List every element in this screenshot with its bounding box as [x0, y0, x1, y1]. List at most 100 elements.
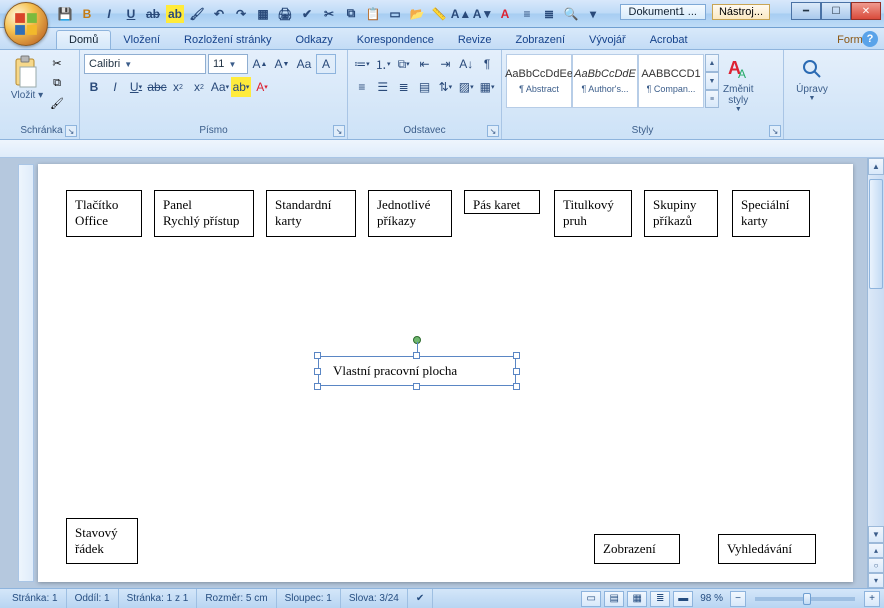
selected-textbox-content[interactable]: Vlastní pracovní plocha	[318, 356, 516, 386]
qat-spell-icon[interactable]: ✔	[298, 5, 316, 23]
tab-developer[interactable]: Vývojář	[577, 31, 638, 49]
font-launcher-icon[interactable]: ↘	[333, 125, 345, 137]
paste-icon[interactable]	[10, 54, 44, 90]
tab-view[interactable]: Zobrazení	[503, 31, 577, 49]
status-pages[interactable]: Stránka: 1 z 1	[119, 589, 198, 608]
qat-save-icon[interactable]: 💾	[56, 5, 74, 23]
view-print-icon[interactable]: ▭	[581, 591, 601, 607]
borders-icon[interactable]: ▦▾	[477, 77, 497, 97]
align-left-icon[interactable]: ≡	[352, 77, 372, 97]
scroll-up-icon[interactable]: ▲	[868, 158, 884, 175]
qat-highlight-icon[interactable]: ab	[166, 5, 184, 23]
qat-new-icon[interactable]: ▭	[386, 5, 404, 23]
view-draft-icon[interactable]: ▬	[673, 591, 693, 607]
align-center-icon[interactable]: ☰	[373, 77, 393, 97]
style-item-1[interactable]: AaBbCcDdE ¶ Author's...	[572, 54, 638, 108]
qat-list-icon[interactable]: ≣	[540, 5, 558, 23]
tab-mailings[interactable]: Korespondence	[345, 31, 446, 49]
qat-align-icon[interactable]: ≡	[518, 5, 536, 23]
tab-layout[interactable]: Rozložení stránky	[172, 31, 283, 49]
clipboard-launcher-icon[interactable]: ↘	[65, 125, 77, 137]
qat-copy-icon[interactable]: ⧉	[342, 5, 360, 23]
sort-icon[interactable]: A↓	[456, 54, 476, 74]
tab-home[interactable]: Domů	[56, 30, 111, 49]
horizontal-ruler[interactable]	[0, 140, 884, 158]
style-scroll-up-icon[interactable]: ▲	[705, 54, 719, 72]
underline-icon[interactable]: U▾	[126, 77, 146, 97]
browse-object-icon[interactable]: ○	[868, 558, 884, 573]
editing-button[interactable]: Úpravy ▼	[788, 52, 836, 139]
qat-brush-icon[interactable]: 🖌	[188, 5, 206, 23]
handle-sw-icon[interactable]	[314, 383, 321, 390]
status-proof-icon[interactable]: ✔	[408, 589, 433, 608]
qat-open-icon[interactable]: 📂	[408, 5, 426, 23]
window-minimize-button[interactable]: ━	[791, 2, 821, 20]
paragraph-launcher-icon[interactable]: ↘	[487, 125, 499, 137]
shading-icon[interactable]: ▨▾	[456, 77, 476, 97]
qat-undo-icon[interactable]: ↶	[210, 5, 228, 23]
shrink-font-icon[interactable]: A▼	[272, 54, 292, 74]
page[interactable]: Tlačítko Office Panel Rychlý přístup Sta…	[38, 164, 853, 582]
help-icon[interactable]: ?	[862, 31, 878, 47]
bullets-icon[interactable]: ≔▾	[352, 54, 372, 74]
qat-table-icon[interactable]: ▦	[254, 5, 272, 23]
qat-cut-icon[interactable]: ✂	[320, 5, 338, 23]
qat-italic-icon[interactable]: I	[100, 5, 118, 23]
qat-grow-icon[interactable]: A▲	[452, 5, 470, 23]
zoom-slider-thumb[interactable]	[803, 593, 811, 605]
styles-launcher-icon[interactable]: ↘	[769, 125, 781, 137]
subscript-icon[interactable]: x2	[168, 77, 188, 97]
tab-references[interactable]: Odkazy	[283, 31, 344, 49]
status-section[interactable]: Oddíl: 1	[67, 589, 119, 608]
handle-se-icon[interactable]	[513, 383, 520, 390]
multilevel-icon[interactable]: ⧉▾	[394, 54, 414, 74]
qat-print-icon[interactable]: 🖨	[276, 5, 294, 23]
style-scroll-down-icon[interactable]: ▼	[705, 72, 719, 90]
qat-more-icon[interactable]: ▾	[584, 5, 602, 23]
show-marks-icon[interactable]: ¶	[477, 54, 497, 74]
zoom-out-icon[interactable]: −	[730, 591, 746, 607]
qat-underline-icon[interactable]: U	[122, 5, 140, 23]
status-position[interactable]: Rozměr: 5 cm	[197, 589, 276, 608]
handle-w-icon[interactable]	[314, 368, 321, 375]
office-button[interactable]	[4, 2, 48, 46]
status-words[interactable]: Slova: 3/24	[341, 589, 408, 608]
format-painter-icon[interactable]: 🖌	[48, 94, 66, 112]
highlight-color-icon[interactable]: ab▾	[231, 77, 251, 97]
strike-icon[interactable]: abc	[147, 77, 167, 97]
align-right-icon[interactable]: ≣	[394, 77, 414, 97]
status-column[interactable]: Sloupec: 1	[277, 589, 341, 608]
view-outline-icon[interactable]: ≣	[650, 591, 670, 607]
qat-bold-icon[interactable]: B	[78, 5, 96, 23]
view-read-icon[interactable]: ▤	[604, 591, 624, 607]
grow-font-icon[interactable]: A▲	[250, 54, 270, 74]
qat-redo-icon[interactable]: ↷	[232, 5, 250, 23]
qat-ruler-icon[interactable]: 📏	[430, 5, 448, 23]
zoom-in-icon[interactable]: +	[864, 591, 880, 607]
clear-format-icon[interactable]: Aa	[294, 54, 314, 74]
change-case-btn-icon[interactable]: Aa▾	[210, 77, 230, 97]
bold-icon[interactable]: B	[84, 77, 104, 97]
qat-paste-icon[interactable]: 📋	[364, 5, 382, 23]
tab-acrobat[interactable]: Acrobat	[638, 31, 700, 49]
status-page[interactable]: Stránka: 1	[4, 589, 67, 608]
vertical-ruler[interactable]	[18, 164, 34, 582]
superscript-icon[interactable]: x2	[189, 77, 209, 97]
window-close-button[interactable]: ✕	[851, 2, 881, 20]
indent-decrease-icon[interactable]: ⇤	[415, 54, 435, 74]
cut-icon[interactable]: ✂	[48, 54, 66, 72]
indent-increase-icon[interactable]: ⇥	[435, 54, 455, 74]
qat-shrink-icon[interactable]: A▼	[474, 5, 492, 23]
scroll-down-icon[interactable]: ▼	[868, 526, 884, 543]
zoom-level[interactable]: 98 %	[696, 593, 727, 604]
window-maximize-button[interactable]: ☐	[821, 2, 851, 20]
change-case-icon[interactable]: A	[316, 54, 336, 74]
style-gallery[interactable]: AaBbCcDdEe ¶ Abstract AaBbCcDdE ¶ Author…	[506, 52, 719, 124]
zoom-slider[interactable]	[755, 597, 855, 601]
tab-review[interactable]: Revize	[446, 31, 504, 49]
next-page-icon[interactable]: ▾	[868, 573, 884, 588]
paste-label[interactable]: Vložit ▾	[11, 90, 43, 101]
handle-ne-icon[interactable]	[513, 352, 520, 359]
change-styles-button[interactable]: AA Změnit styly ▼	[719, 52, 758, 124]
linespace-icon[interactable]: ⇅▾	[435, 77, 455, 97]
